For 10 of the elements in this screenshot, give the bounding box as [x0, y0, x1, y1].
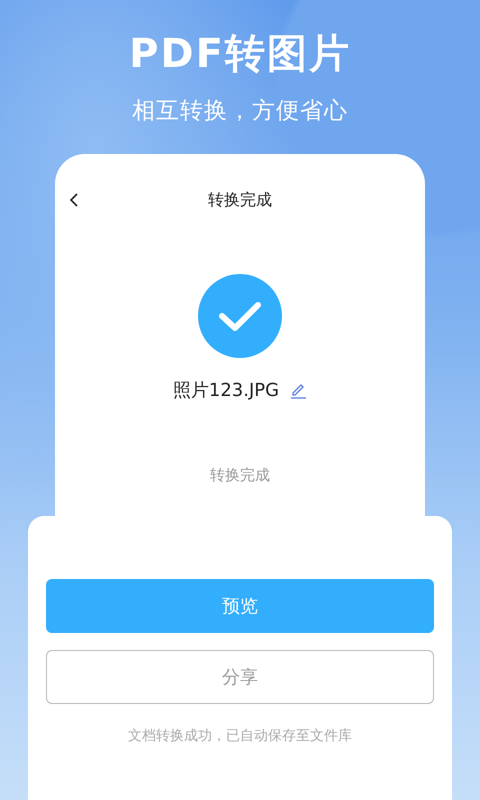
save-note: 文档转换成功，已自动保存至文件库: [128, 727, 352, 745]
subtitle: 相互转换，方便省心: [132, 97, 348, 126]
checkmark-icon: [198, 274, 282, 358]
screen-title: 转换完成: [208, 190, 272, 210]
share-button[interactable]: 分享: [46, 650, 434, 704]
status-text: 转换完成: [210, 466, 270, 485]
file-name: 照片123.JPG: [172, 379, 280, 402]
back-icon[interactable]: [69, 193, 79, 207]
preview-button[interactable]: 预览: [46, 579, 434, 633]
headline: PDF转图片: [129, 30, 351, 79]
